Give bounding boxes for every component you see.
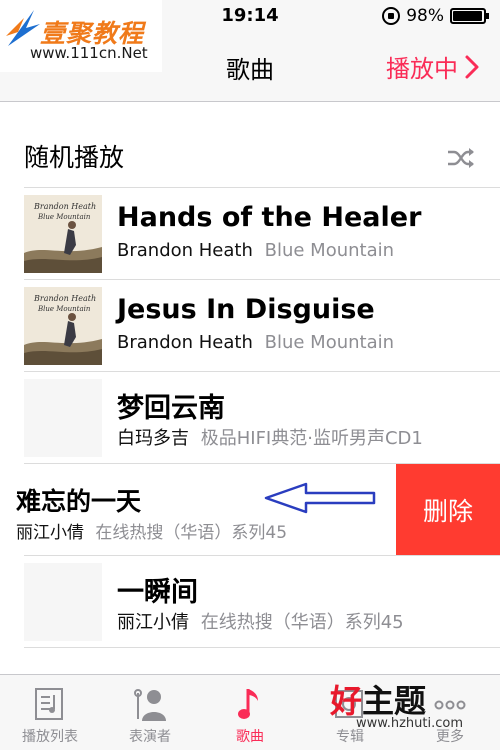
shuffle-label: 随机播放 xyxy=(24,143,125,172)
song-title: Hands of the Healer xyxy=(117,202,422,233)
battery-icon xyxy=(450,8,489,24)
album-art-placeholder xyxy=(24,379,102,457)
status-right: 98% xyxy=(382,6,489,26)
album-art-image: Brandon Heath Blue Mountain xyxy=(24,195,102,273)
song-list: 随机播放 Brandon Heath Blue Mountain Hands o… xyxy=(0,102,500,648)
svg-text:Blue Mountain: Blue Mountain xyxy=(37,213,91,221)
song-title: 难忘的一天 xyxy=(16,487,142,516)
annotation-arrow-icon xyxy=(264,482,376,514)
delete-button[interactable]: 删除 xyxy=(396,464,500,556)
song-subtitle: 白玛多吉 极品HIFI典范·监听男声CD1 xyxy=(117,424,423,450)
svg-text:Brandon Heath: Brandon Heath xyxy=(33,294,96,303)
watermark-logo: 壹聚教程 www.111cn.Net xyxy=(0,0,162,72)
tab-label: 表演者 xyxy=(129,729,171,745)
watermark-url: www.111cn.Net xyxy=(30,44,148,62)
shuffle-icon xyxy=(448,148,474,168)
song-row[interactable]: Brandon Heath Blue Mountain Hands of the… xyxy=(0,188,500,280)
battery-percent: 98% xyxy=(406,6,444,26)
song-artist: 丽江小倩 xyxy=(16,523,84,543)
song-row[interactable]: 梦回云南 白玛多吉 极品HIFI典范·监听男声CD1 xyxy=(0,372,500,464)
song-artist: Brandon Heath xyxy=(117,332,253,353)
chevron-right-icon xyxy=(465,55,479,78)
song-album: 极品HIFI典范·监听男声CD1 xyxy=(200,428,423,449)
tab-artists[interactable]: 表演者 xyxy=(100,675,200,750)
svg-text:Blue Mountain: Blue Mountain xyxy=(37,305,91,313)
song-title: 梦回云南 xyxy=(117,393,225,424)
playlist-icon xyxy=(35,688,63,720)
tab-label: 播放列表 xyxy=(22,729,78,745)
song-artist: 丽江小倩 xyxy=(117,612,189,633)
song-album: Blue Mountain xyxy=(264,240,395,261)
song-subtitle: Brandon Heath Blue Mountain xyxy=(117,240,394,261)
album-art-image: Brandon Heath Blue Mountain xyxy=(24,287,102,365)
now-playing-button[interactable]: 播放中 xyxy=(386,49,480,84)
song-subtitle: Brandon Heath Blue Mountain xyxy=(117,332,394,353)
album-art-placeholder xyxy=(24,563,102,641)
song-artist: 白玛多吉 xyxy=(117,428,189,449)
now-playing-label: 播放中 xyxy=(386,55,458,83)
watermark-bottom: 好主题 www.hzhuti.com xyxy=(330,676,480,742)
shuffle-row[interactable]: 随机播放 xyxy=(24,102,500,188)
svg-text:Brandon Heath: Brandon Heath xyxy=(33,202,96,211)
rotation-lock-icon xyxy=(382,7,401,25)
tab-playlists[interactable]: 播放列表 xyxy=(0,675,100,750)
song-subtitle: 丽江小倩 在线热搜（华语）系列45 xyxy=(16,518,287,543)
song-album: 在线热搜（华语）系列45 xyxy=(95,523,288,543)
song-row[interactable]: 一瞬间 丽江小倩 在线热搜（华语）系列45 xyxy=(0,556,500,648)
tab-label: 歌曲 xyxy=(236,729,264,745)
song-title: 一瞬间 xyxy=(117,577,198,608)
song-row[interactable]: Brandon Heath Blue Mountain Jesus In Dis… xyxy=(0,280,500,372)
artist-icon xyxy=(134,689,166,721)
song-album: Blue Mountain xyxy=(264,332,395,353)
music-note-icon xyxy=(238,689,258,719)
song-album: 在线热搜（华语）系列45 xyxy=(200,612,404,633)
tab-songs[interactable]: 歌曲 xyxy=(200,675,300,750)
watermark-url: www.hzhuti.com xyxy=(356,716,463,731)
song-row-swiped[interactable]: 难忘的一天 丽江小倩 在线热搜（华语）系列45 删除 xyxy=(0,464,500,556)
song-artist: Brandon Heath xyxy=(117,240,253,261)
song-title: Jesus In Disguise xyxy=(117,294,375,325)
song-subtitle: 丽江小倩 在线热搜（华语）系列45 xyxy=(117,608,404,634)
